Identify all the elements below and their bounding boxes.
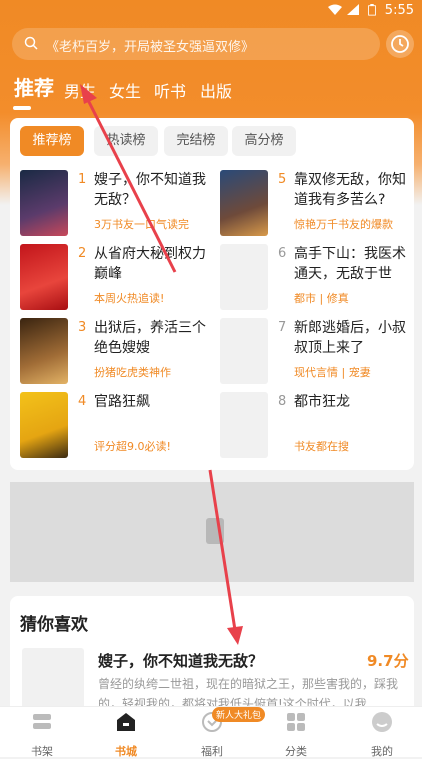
rank-tab-finished[interactable]: 完结榜: [164, 126, 228, 156]
book-title: 高手下山：我医术通天，无敌于世: [294, 246, 406, 282]
book-title: 从省府大秘到权力巅峰: [94, 246, 206, 282]
battery-icon: [368, 4, 376, 16]
book-item[interactable]: 6 高手下山：我医术通天，无敌于世 都市 | 修真: [220, 244, 410, 314]
ranking-card: 推荐榜 热读榜 完结榜 高分榜 1 嫂子，你不知道我无敌？ 3万书友一口气读完 …: [10, 118, 414, 470]
wifi-icon: [328, 4, 342, 15]
book-title: 靠双修无敌，你知道我有多苦么?: [294, 172, 406, 208]
book-rank: 8: [278, 394, 287, 409]
nav-label: 书城: [115, 745, 137, 758]
status-bar: 5:55: [0, 0, 422, 22]
clock-icon: [391, 35, 409, 53]
nav-label: 福利: [201, 745, 223, 758]
tab-audio[interactable]: 听书: [154, 78, 186, 102]
book-rank: 5: [278, 172, 287, 187]
nav-category[interactable]: 分类: [266, 711, 326, 759]
nav-profile[interactable]: 我的: [352, 711, 412, 759]
history-button[interactable]: [386, 30, 414, 58]
book-tagline: 本周火热追读!: [94, 292, 165, 305]
book-tagline: 书友都在搜: [294, 440, 349, 453]
book-item[interactable]: 3 出狱后，养活三个绝色嫂嫂 扮猪吃虎类神作: [20, 318, 210, 388]
book-rank: 3: [78, 320, 87, 335]
search-icon: [24, 36, 38, 50]
book-tagline: 扮猪吃虎类神作: [94, 366, 171, 379]
shelf-icon: [33, 714, 51, 729]
book-tagline: 3万书友一口气读完: [94, 218, 189, 231]
book-item[interactable]: 5 靠双修无敌，你知道我有多苦么? 惊艳万千书友的爆款: [220, 170, 410, 240]
book-rank: 2: [78, 246, 87, 261]
guess-book-score: 9.7分: [367, 652, 409, 670]
section-heading: 猜你喜欢: [20, 615, 88, 635]
book-item[interactable]: 7 新郎逃婚后，小叔叔顶上来了 现代言情 | 宠妻: [220, 318, 410, 388]
book-tagline: 惊艳万千书友的爆款: [294, 218, 393, 231]
book-rank: 1: [78, 172, 87, 187]
signal-icon: [347, 4, 359, 15]
book-cover: [20, 244, 68, 310]
user-icon: [372, 712, 392, 732]
rank-tab-recommend[interactable]: 推荐榜: [20, 126, 84, 156]
tab-male[interactable]: 男生: [64, 78, 96, 102]
book-rank: 4: [78, 394, 87, 409]
book-tagline: 现代言情 | 宠妻: [294, 366, 371, 379]
guess-book-title[interactable]: 嫂子，你不知道我无敌？: [98, 650, 263, 671]
search-bar[interactable]: 《老朽百岁，开局被圣女强逼双修》: [12, 28, 380, 60]
home-icon: [117, 713, 135, 731]
book-cover-placeholder: [220, 244, 268, 310]
nav-rewards[interactable]: 新人大礼包 福利: [182, 707, 266, 759]
book-title: 官路狂飙: [94, 394, 150, 410]
book-cover: [20, 170, 68, 236]
book-rank: 6: [278, 246, 287, 261]
book-cover: [20, 318, 68, 384]
rank-tab-hot[interactable]: 热读榜: [94, 126, 158, 156]
nav-shelf[interactable]: 书架: [12, 711, 72, 759]
tab-publish[interactable]: 出版: [200, 78, 232, 102]
grid-icon: [287, 713, 305, 731]
book-cover-placeholder: [220, 318, 268, 384]
new-user-badge: 新人大礼包: [212, 707, 266, 722]
book-cover: [220, 170, 268, 236]
book-cover-placeholder: [220, 392, 268, 458]
tab-female[interactable]: 女生: [109, 78, 141, 102]
book-item[interactable]: 8 都市狂龙 书友都在搜: [220, 392, 410, 462]
book-title: 新郎逃婚后，小叔叔顶上来了: [294, 320, 406, 356]
book-item[interactable]: 1 嫂子，你不知道我无敌？ 3万书友一口气读完: [20, 170, 210, 240]
tab-recommend[interactable]: 推荐: [14, 72, 54, 101]
book-item[interactable]: 2 从省府大秘到权力巅峰 本周火热追读!: [20, 244, 210, 314]
nav-store[interactable]: 书城: [96, 711, 156, 759]
book-placeholder-icon: [206, 518, 224, 544]
nav-label: 分类: [285, 745, 307, 758]
bottom-nav: 书架 书城 新人大礼包 福利 分类 我的: [0, 706, 422, 759]
book-title: 嫂子，你不知道我无敌？: [94, 172, 206, 208]
status-time: 5:55: [384, 3, 414, 18]
book-tagline: 都市 | 修真: [294, 292, 349, 305]
banner-placeholder[interactable]: [10, 482, 414, 582]
book-title: 都市狂龙: [294, 394, 350, 410]
book-tagline: 评分超9.0必读!: [94, 440, 171, 453]
book-rank: 7: [278, 320, 287, 335]
book-item[interactable]: 4 官路狂飙 评分超9.0必读!: [20, 392, 210, 462]
book-cover: [20, 392, 68, 458]
nav-label: 书架: [31, 745, 53, 758]
tab-indicator: [13, 106, 31, 110]
search-placeholder: 《老朽百岁，开局被圣女强逼双修》: [46, 40, 255, 55]
book-title: 出狱后，养活三个绝色嫂嫂: [94, 320, 206, 356]
rank-tab-score[interactable]: 高分榜: [232, 126, 296, 156]
nav-label: 我的: [371, 745, 393, 758]
